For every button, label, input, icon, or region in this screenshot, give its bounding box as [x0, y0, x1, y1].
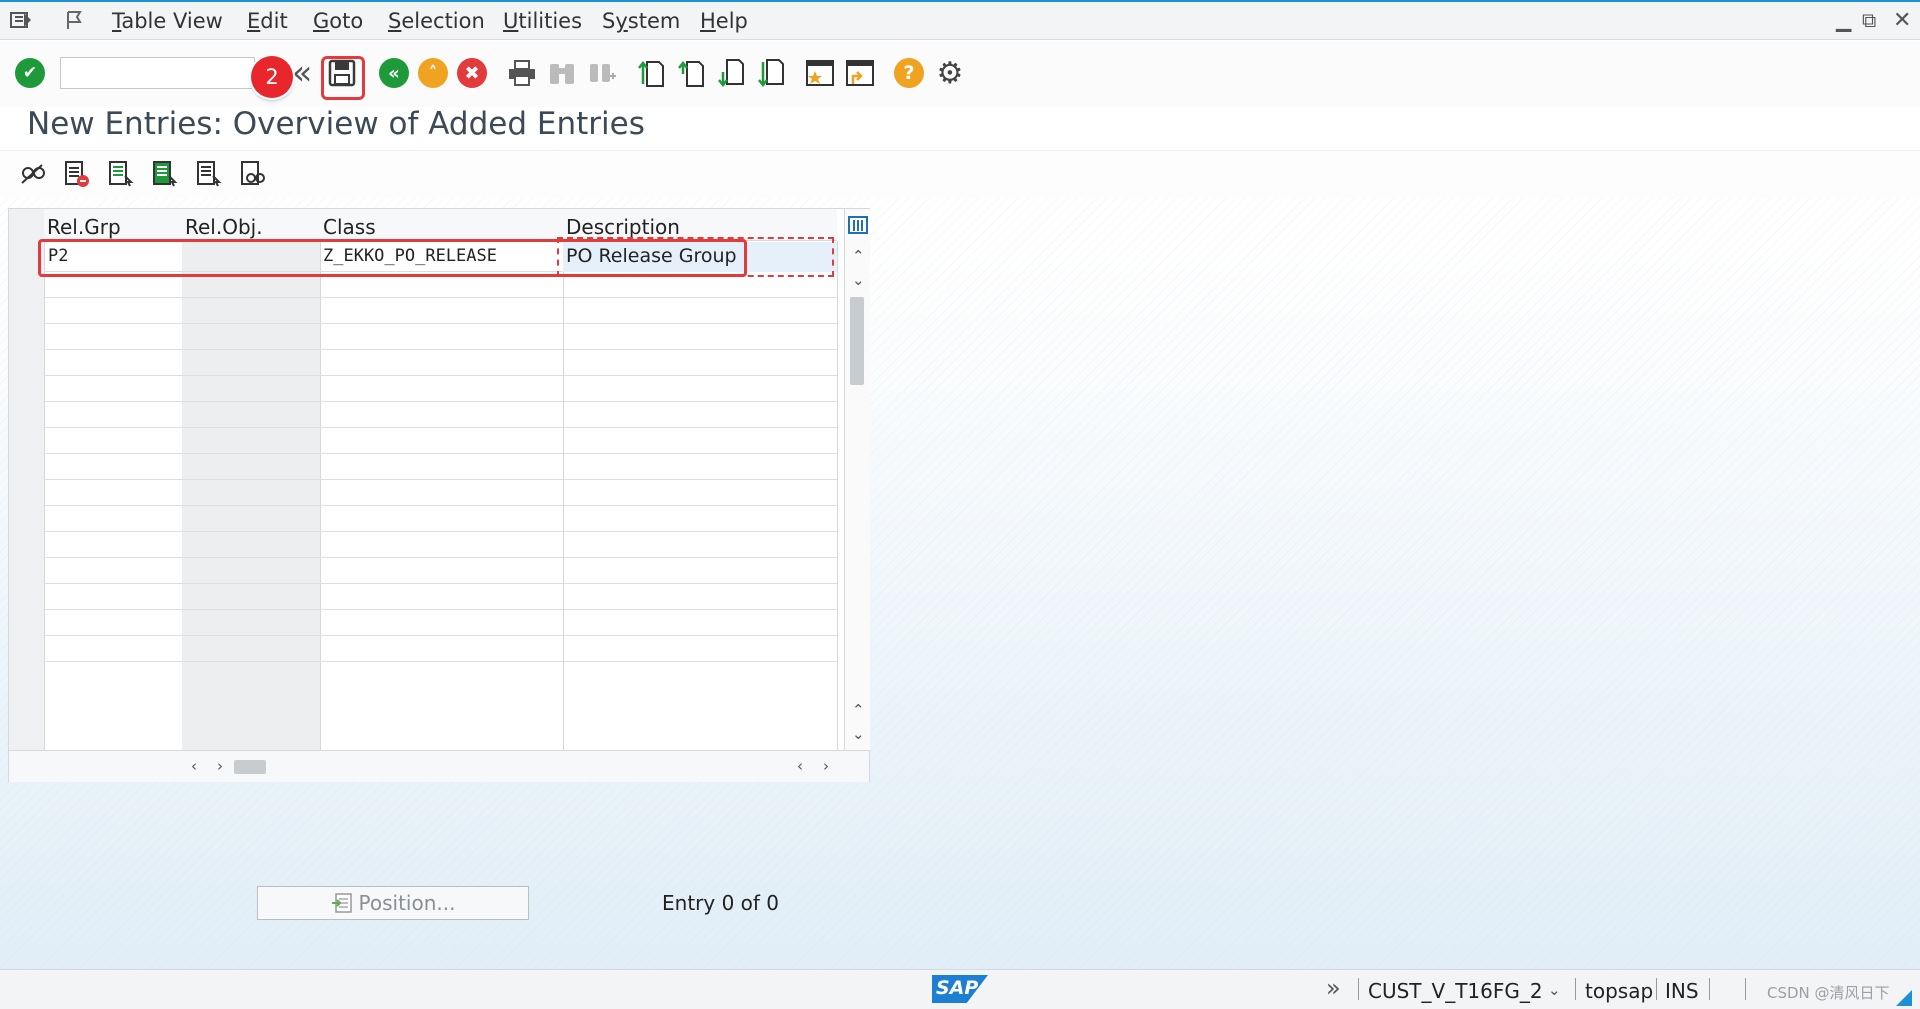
step-badge-2: 2: [251, 56, 293, 98]
position-icon: [331, 893, 352, 913]
menu-access-key: G: [313, 9, 330, 33]
create-session-icon[interactable]: [802, 55, 838, 91]
hscroll-thumb[interactable]: [234, 760, 266, 774]
table-row-divider: [44, 635, 837, 636]
print-icon[interactable]: [504, 55, 540, 91]
help-icon[interactable]: ?: [891, 55, 927, 91]
scroll-left-icon[interactable]: ‹: [191, 757, 197, 775]
row-highlight: [38, 239, 747, 277]
menu-access-key: T: [112, 9, 122, 33]
column-header-rel-grp[interactable]: Rel.Grp: [44, 209, 182, 241]
table-row-divider: [44, 661, 837, 662]
system-menu-icon[interactable]: [10, 10, 32, 30]
table-row-divider: [44, 427, 837, 428]
table-row-divider: [44, 583, 837, 584]
menu-access-key: U: [503, 9, 519, 33]
last-page-icon[interactable]: [754, 55, 790, 91]
table-row-divider: [44, 505, 837, 506]
scroll-page-up-icon[interactable]: ⌃: [852, 701, 865, 719]
entries-table: Rel.Grp Rel.Obj. Class Description P2 Z_…: [8, 208, 870, 782]
menu-access-key: E: [247, 9, 261, 33]
table-row-divider: [44, 609, 837, 610]
menu-access-key: y: [615, 9, 628, 33]
cancel-icon[interactable]: ✖: [454, 55, 490, 91]
table-row-divider: [44, 479, 837, 480]
menu-bar: Table View Edit Goto Selection Utilities…: [0, 0, 1920, 40]
select-all-icon[interactable]: [106, 159, 136, 189]
position-button-label: Position...: [358, 891, 456, 915]
column-config-icon[interactable]: [848, 216, 868, 234]
table-row-divider: [44, 453, 837, 454]
exit-icon[interactable]: ˄: [415, 55, 451, 91]
scroll-thumb[interactable]: [850, 297, 864, 385]
column-header-class[interactable]: Class: [320, 209, 563, 241]
menu-access-key: S: [388, 9, 402, 33]
previous-page-icon[interactable]: [674, 55, 710, 91]
column-header-rel-obj[interactable]: Rel.Obj.: [182, 209, 320, 241]
table-row-divider: [44, 557, 837, 558]
watermark: CSDN @清风日下: [1767, 984, 1890, 1002]
transaction-dropdown-icon[interactable]: ⌄: [1548, 981, 1561, 999]
column-description: [563, 241, 838, 750]
command-field[interactable]: [60, 57, 255, 89]
application-toolbar: [0, 150, 1920, 198]
next-page-icon[interactable]: [714, 55, 750, 91]
column-class: [320, 241, 564, 750]
scroll-right-end-icon[interactable]: ›: [823, 757, 829, 775]
column-rel-grp: [44, 241, 183, 750]
column-rel-obj: [182, 241, 321, 750]
status-expand-icon[interactable]: »: [1326, 974, 1341, 1002]
menu-edit[interactable]: Edit: [247, 9, 288, 33]
delete-row-icon[interactable]: [62, 159, 92, 189]
transaction-name[interactable]: CUST_V_T16FG_2: [1368, 979, 1543, 1003]
flag-icon[interactable]: [64, 10, 86, 30]
create-shortcut-icon[interactable]: [842, 55, 878, 91]
menu-system[interactable]: System: [602, 9, 680, 33]
display-change-icon[interactable]: [18, 159, 48, 189]
minimize-icon[interactable]: ▁: [1836, 8, 1851, 32]
settings-icon[interactable]: ⚙: [932, 55, 968, 91]
find-next-icon[interactable]: [584, 55, 620, 91]
menu-selection[interactable]: Selection: [388, 9, 485, 33]
resize-grip-icon[interactable]: [1896, 990, 1912, 1006]
table-row-divider: [44, 297, 837, 298]
table-row-divider: [44, 531, 837, 532]
back-icon[interactable]: «: [376, 55, 412, 91]
menu-utilities[interactable]: Utilities: [503, 9, 582, 33]
close-window-icon[interactable]: ✕: [1893, 8, 1911, 33]
sap-logo: SAP: [932, 975, 988, 1003]
scroll-down-icon[interactable]: ⌄: [852, 271, 865, 289]
deselect-all-icon[interactable]: [194, 159, 224, 189]
find-icon[interactable]: [544, 55, 580, 91]
status-bar: SAP » CUST_V_T16FG_2 ⌄ topsap INS CSDN @…: [0, 969, 1920, 1009]
page-title: New Entries: Overview of Added Entries: [27, 106, 645, 142]
table-row-divider: [44, 375, 837, 376]
horizontal-scrollbar[interactable]: ‹ › ‹ ›: [9, 750, 869, 782]
menu-table-view[interactable]: Table View: [112, 9, 223, 33]
scroll-left-end-icon[interactable]: ‹: [797, 757, 803, 775]
first-page-icon[interactable]: [634, 55, 670, 91]
enter-check-icon[interactable]: ✔: [12, 55, 48, 91]
server-name: topsap: [1585, 979, 1654, 1003]
table-row-divider: [44, 323, 837, 324]
restore-icon[interactable]: ⧉: [1862, 8, 1876, 32]
menu-access-key: H: [700, 9, 716, 33]
entry-count: Entry 0 of 0: [662, 891, 780, 915]
vertical-scrollbar[interactable]: ⌃ ⌄ ⌃ ⌄: [844, 209, 870, 750]
scroll-up-icon[interactable]: ⌃: [852, 247, 865, 265]
save-highlight: [321, 56, 365, 100]
select-block-icon[interactable]: [150, 159, 180, 189]
insert-mode[interactable]: INS: [1665, 979, 1699, 1003]
scroll-page-down-icon[interactable]: ⌄: [852, 725, 865, 743]
position-button[interactable]: Position...: [257, 886, 529, 920]
table-row-divider: [44, 349, 837, 350]
table-row-divider: [44, 401, 837, 402]
print-view-icon[interactable]: [238, 159, 268, 189]
menu-goto[interactable]: Goto: [313, 9, 363, 33]
menu-help[interactable]: Help: [700, 9, 748, 33]
scroll-right-icon[interactable]: ›: [217, 757, 223, 775]
row-selector-column[interactable]: [9, 209, 45, 750]
